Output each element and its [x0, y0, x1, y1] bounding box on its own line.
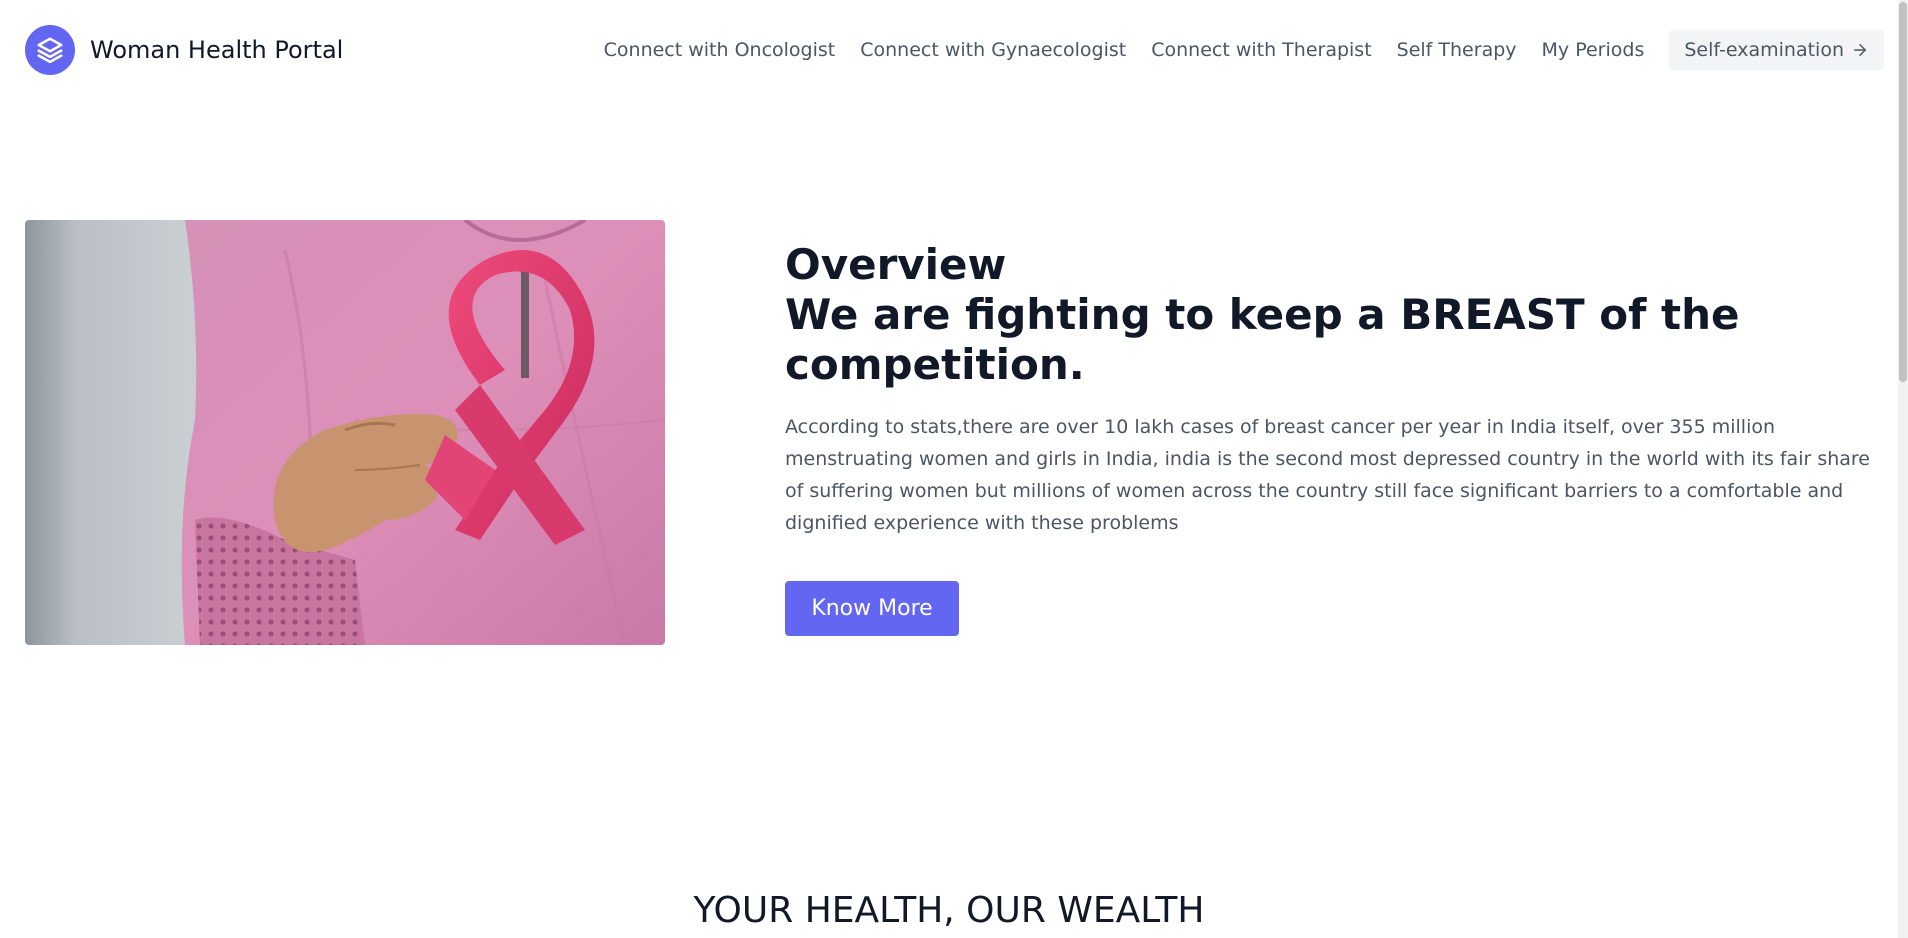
- hero-image: [25, 220, 665, 645]
- nav-link-gynaecologist[interactable]: Connect with Gynaecologist: [860, 39, 1126, 61]
- section-title: YOUR HEALTH, OUR WEALTH: [693, 890, 1205, 931]
- site-header: Woman Health Portal Connect with Oncolog…: [0, 0, 1908, 102]
- self-examination-label: Self-examination: [1684, 39, 1844, 61]
- arrow-right-icon: [1854, 44, 1866, 56]
- hero-title-overview: Overview: [785, 240, 1007, 289]
- page-scrollbar[interactable]: [1898, 0, 1908, 938]
- hero-title: Overview We are fighting to keep a BREAS…: [785, 240, 1885, 390]
- hero-title-tagline: We are fighting to keep a BREAST of the …: [785, 290, 1740, 389]
- self-examination-button[interactable]: Self-examination: [1669, 30, 1884, 70]
- main-nav: Connect with Oncologist Connect with Gyn…: [604, 30, 1884, 70]
- brand-link[interactable]: Woman Health Portal: [25, 25, 343, 75]
- nav-link-my-periods[interactable]: My Periods: [1542, 39, 1645, 61]
- know-more-button[interactable]: Know More: [785, 581, 959, 636]
- scrollbar-thumb[interactable]: [1899, 2, 1907, 382]
- nav-link-oncologist[interactable]: Connect with Oncologist: [604, 39, 836, 61]
- layers-icon: [25, 25, 75, 75]
- hero-description: According to stats,there are over 10 lak…: [785, 416, 1870, 534]
- hero-content: Overview We are fighting to keep a BREAS…: [785, 240, 1885, 636]
- nav-link-therapist[interactable]: Connect with Therapist: [1151, 39, 1371, 61]
- nav-link-self-therapy[interactable]: Self Therapy: [1397, 39, 1517, 61]
- brand-name: Woman Health Portal: [90, 36, 344, 64]
